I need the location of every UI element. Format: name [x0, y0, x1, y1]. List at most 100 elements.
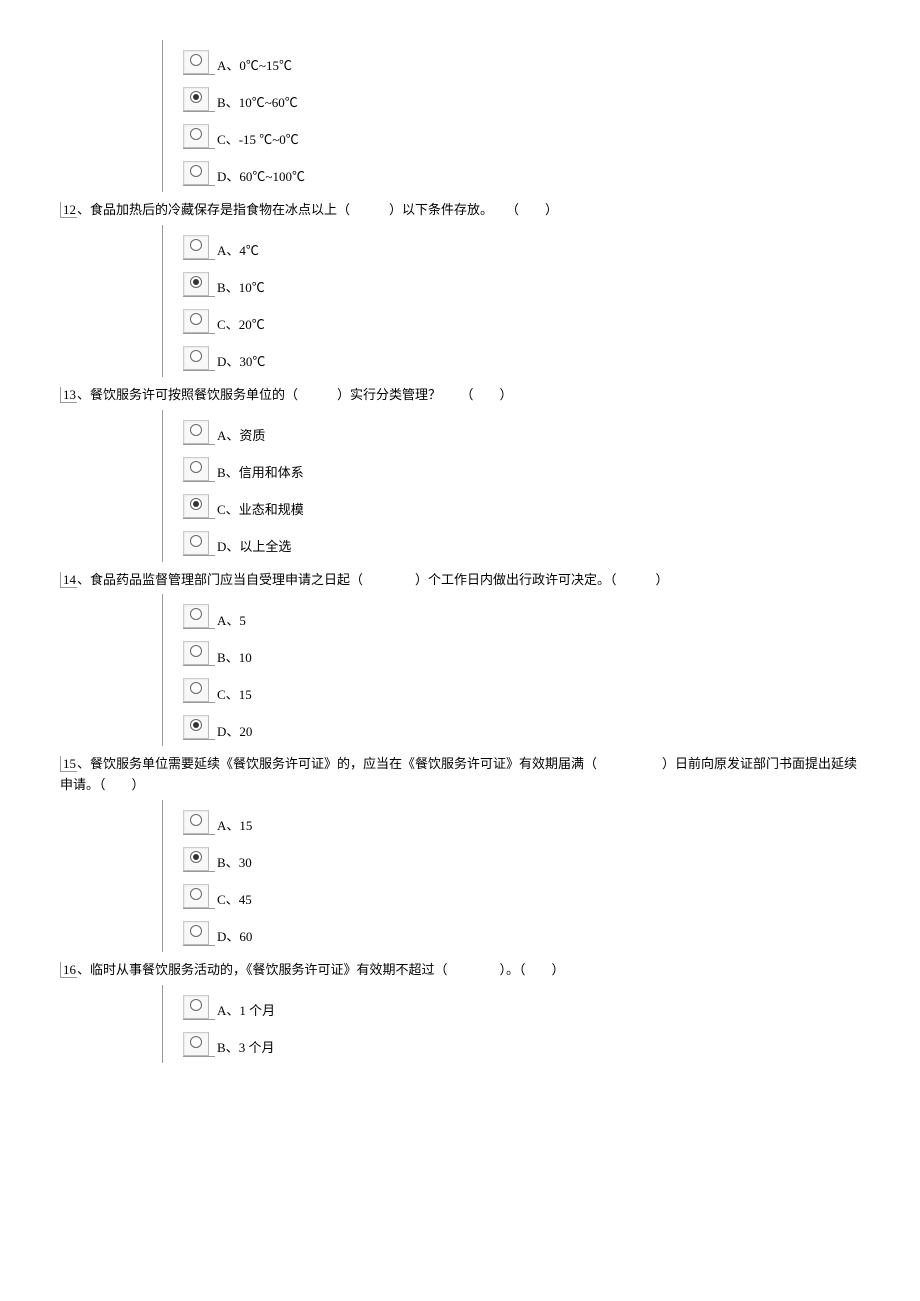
radio-button[interactable] [183, 884, 209, 908]
option-label: D、60 [217, 927, 252, 948]
option-row: D、60 [183, 913, 860, 950]
option-separator: 、 [226, 650, 239, 665]
option-label: D、20 [217, 722, 252, 743]
radio-button[interactable] [183, 921, 209, 945]
option-row: D、以上全选 [183, 523, 860, 560]
option-label: A、15 [217, 816, 252, 837]
radio-button[interactable] [183, 457, 209, 481]
option-label: A、4℃ [217, 241, 259, 262]
radio-underline [183, 272, 215, 297]
option-separator: 、 [226, 855, 239, 870]
option-letter: D [217, 354, 226, 369]
option-label: D、60℃~100℃ [217, 167, 305, 188]
option-separator: 、 [226, 243, 239, 258]
option-separator: 、 [226, 539, 239, 554]
option-separator: 、 [226, 724, 239, 739]
option-separator: 、 [226, 929, 239, 944]
radio-button[interactable] [183, 50, 209, 74]
option-letter: A [217, 613, 226, 628]
question-number: 14 [60, 572, 77, 588]
radio-button[interactable] [183, 420, 209, 444]
option-letter: A [217, 818, 226, 833]
option-row: A、5 [183, 596, 860, 633]
options-container: A、5B、10C、15D、20 [162, 594, 860, 746]
option-letter: B [217, 95, 226, 110]
option-letter: B [217, 855, 226, 870]
option-row: A、15 [183, 802, 860, 839]
radio-button[interactable] [183, 272, 209, 296]
option-separator: 、 [226, 354, 239, 369]
option-label: A、资质 [217, 426, 265, 447]
option-letter: D [217, 724, 226, 739]
option-row: B、10 [183, 633, 860, 670]
option-row: C、业态和规模 [183, 486, 860, 523]
radio-underline [183, 1032, 215, 1057]
radio-button[interactable] [183, 810, 209, 834]
option-label: B、10 [217, 648, 252, 669]
radio-unselected-icon [190, 608, 202, 620]
radio-selected-icon [190, 91, 202, 103]
radio-button[interactable] [183, 995, 209, 1019]
option-letter: A [217, 1003, 226, 1018]
option-letter: B [217, 465, 226, 480]
option-letter: D [217, 539, 226, 554]
radio-button[interactable] [183, 161, 209, 185]
radio-button[interactable] [183, 531, 209, 555]
radio-button[interactable] [183, 87, 209, 111]
radio-underline [183, 847, 215, 872]
option-letter: C [217, 892, 226, 907]
radio-unselected-icon [190, 350, 202, 362]
radio-underline [183, 715, 215, 740]
radio-button[interactable] [183, 715, 209, 739]
radio-underline [183, 50, 215, 75]
option-separator: 、 [226, 1040, 239, 1055]
option-text: 以上全选 [239, 539, 291, 554]
option-row: A、0℃~15℃ [183, 42, 860, 79]
radio-button[interactable] [183, 235, 209, 259]
radio-unselected-icon [190, 925, 202, 937]
option-text: 0℃~15℃ [239, 58, 292, 73]
radio-button[interactable] [183, 847, 209, 871]
radio-underline [183, 420, 215, 445]
option-label: A、0℃~15℃ [217, 56, 292, 77]
option-separator: 、 [226, 280, 239, 295]
option-label: B、30 [217, 853, 252, 874]
radio-button[interactable] [183, 346, 209, 370]
radio-button[interactable] [183, 641, 209, 665]
option-row: C、45 [183, 876, 860, 913]
option-letter: C [217, 317, 226, 332]
option-text: 60℃~100℃ [239, 169, 305, 184]
question-text: 16、临时从事餐饮服务活动的，《餐饮服务许可证》有效期不超过（ ）。（ ） [60, 960, 860, 981]
option-separator: 、 [226, 1003, 239, 1018]
radio-selected-icon [190, 851, 202, 863]
option-label: D、30℃ [217, 352, 265, 373]
option-separator: 、 [226, 428, 239, 443]
radio-button[interactable] [183, 124, 209, 148]
option-text: 3 个月 [239, 1040, 275, 1055]
radio-button[interactable] [183, 1032, 209, 1056]
radio-button[interactable] [183, 604, 209, 628]
option-label: B、3 个月 [217, 1038, 274, 1059]
option-separator: 、 [226, 169, 239, 184]
option-text: 4℃ [239, 243, 259, 258]
radio-unselected-icon [190, 54, 202, 66]
option-letter: A [217, 428, 226, 443]
options-container: A、0℃~15℃B、10℃~60℃C、-15 ℃~0℃D、60℃~100℃ [162, 40, 860, 192]
option-letter: D [217, 169, 226, 184]
option-label: C、-15 ℃~0℃ [217, 130, 299, 151]
radio-unselected-icon [190, 682, 202, 694]
option-text: 业态和规模 [239, 502, 304, 517]
radio-underline [183, 678, 215, 703]
question-block: 12、食品加热后的冷藏保存是指食物在冰点以上（ ）以下条件存放。 （ ）A、4℃… [60, 200, 860, 377]
option-text: 1 个月 [239, 1003, 275, 1018]
radio-button[interactable] [183, 494, 209, 518]
radio-button[interactable] [183, 678, 209, 702]
option-separator: 、 [226, 317, 239, 332]
radio-unselected-icon [190, 645, 202, 657]
radio-underline [183, 457, 215, 482]
radio-underline [183, 531, 215, 556]
option-label: A、1 个月 [217, 1001, 275, 1022]
option-letter: B [217, 650, 226, 665]
question-stem: 、食品加热后的冷藏保存是指食物在冰点以上（ ）以下条件存放。 （ ） [77, 202, 558, 217]
radio-button[interactable] [183, 309, 209, 333]
